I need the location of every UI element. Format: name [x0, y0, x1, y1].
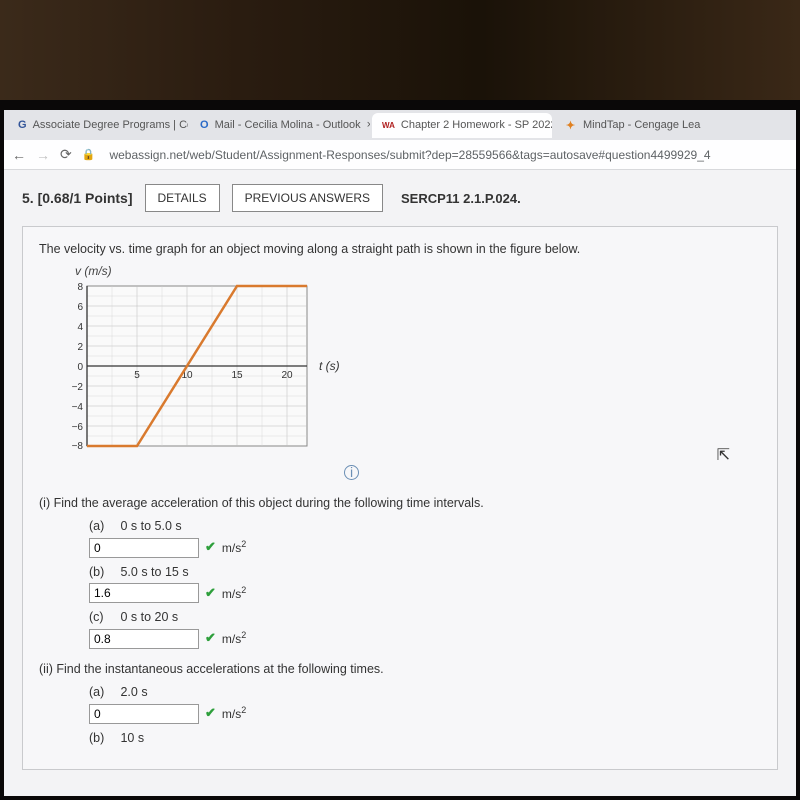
page-content: 5. [0.68/1 Points] DETAILS PREVIOUS ANSW… — [4, 170, 796, 796]
graph-container: v (m/s) — [59, 263, 761, 483]
browser-tab-2[interactable]: WA Chapter 2 Homework - SP 2022 × — [372, 113, 552, 138]
svg-text:15: 15 — [231, 370, 243, 381]
sub-c: (c) 0 s to 20 s — [89, 609, 761, 627]
svg-text:20: 20 — [281, 370, 293, 381]
svg-text:4: 4 — [77, 322, 83, 333]
favicon-outlook: O — [200, 119, 209, 132]
tab-title: Chapter 2 Homework - SP 2022 — [401, 119, 552, 131]
svg-text:−8: −8 — [72, 441, 84, 452]
details-button[interactable]: DETAILS — [145, 184, 220, 212]
svg-text:−4: −4 — [72, 402, 84, 413]
part-ii: (ii) Find the instantaneous acceleration… — [39, 661, 761, 748]
answer-input-i-b[interactable] — [89, 583, 199, 603]
svg-text:8: 8 — [77, 282, 83, 293]
question-prompt: The velocity vs. time graph for an objec… — [39, 241, 761, 259]
svg-text:−6: −6 — [72, 422, 84, 433]
url-text[interactable]: webassign.net/web/Student/Assignment-Res… — [109, 148, 788, 162]
previous-answers-button[interactable]: PREVIOUS ANSWERS — [232, 184, 383, 212]
part-i: (i) Find the average acceleration of thi… — [39, 495, 761, 649]
tab-title: Associate Degree Programs | Co — [33, 119, 188, 131]
favicon-webassign: WA — [382, 119, 395, 132]
unit-label: m/s2 — [222, 629, 246, 648]
check-icon: ✔ — [205, 584, 216, 602]
question-header: 5. [0.68/1 Points] DETAILS PREVIOUS ANSW… — [22, 184, 778, 212]
question-number: 5. [0.68/1 Points] — [22, 190, 133, 206]
svg-text:2: 2 — [77, 342, 83, 353]
graph-y-axis-label: v (m/s) — [75, 263, 761, 280]
back-icon[interactable]: ← — [12, 147, 26, 163]
close-icon[interactable]: × — [367, 119, 370, 131]
unit-label: m/s2 — [222, 538, 246, 557]
info-icon[interactable]: i — [344, 465, 359, 480]
answer-input-i-a[interactable] — [89, 538, 199, 558]
lock-icon: 🔒 — [82, 148, 96, 161]
browser-tab-3[interactable]: ✦ MindTap - Cengage Lea — [554, 113, 710, 138]
answer-input-i-c[interactable] — [89, 629, 199, 649]
unit-label: m/s2 — [222, 704, 246, 723]
sub-ii-b: (b) 10 s — [89, 730, 761, 748]
forward-icon[interactable]: → — [36, 147, 50, 163]
part-i-prompt: (i) Find the average acceleration of thi… — [39, 495, 761, 513]
favicon-google: G — [18, 119, 27, 132]
unit-label: m/s2 — [222, 584, 246, 603]
mouse-cursor-icon: ⇱ — [717, 445, 730, 465]
velocity-time-graph: 8 6 4 2 0 −2 −4 −6 −8 5 10 — [59, 281, 359, 461]
sub-ii-a: (a) 2.0 s — [89, 684, 761, 702]
check-icon: ✔ — [205, 704, 216, 722]
reload-icon[interactable]: ⟳ — [60, 146, 72, 163]
svg-text:5: 5 — [134, 370, 140, 381]
svg-text:6: 6 — [77, 302, 83, 313]
favicon-mindtap: ✦ — [564, 119, 577, 132]
browser-tab-strip: G Associate Degree Programs | Co × O Mai… — [4, 110, 796, 140]
tab-title: Mail - Cecilia Molina - Outlook — [215, 119, 361, 131]
check-icon: ✔ — [205, 538, 216, 556]
question-box: The velocity vs. time graph for an objec… — [22, 226, 778, 770]
graph-x-axis-label: t (s) — [319, 359, 340, 373]
question-reference: SERCP11 2.1.P.024. — [401, 191, 521, 206]
answer-input-ii-a[interactable] — [89, 704, 199, 724]
monitor-frame: G Associate Degree Programs | Co × O Mai… — [0, 100, 800, 800]
check-icon: ✔ — [205, 629, 216, 647]
sub-b: (b) 5.0 s to 15 s — [89, 564, 761, 582]
part-ii-prompt: (ii) Find the instantaneous acceleration… — [39, 661, 761, 679]
sub-a: (a) 0 s to 5.0 s — [89, 518, 761, 536]
svg-text:0: 0 — [77, 362, 83, 373]
browser-tab-1[interactable]: O Mail - Cecilia Molina - Outlook × — [190, 113, 370, 138]
browser-tab-0[interactable]: G Associate Degree Programs | Co × — [8, 113, 188, 138]
screen: G Associate Degree Programs | Co × O Mai… — [4, 110, 796, 796]
address-bar: ← → ⟳ 🔒 webassign.net/web/Student/Assign… — [4, 140, 796, 170]
svg-text:−2: −2 — [72, 382, 84, 393]
tab-title: MindTap - Cengage Lea — [583, 119, 700, 131]
